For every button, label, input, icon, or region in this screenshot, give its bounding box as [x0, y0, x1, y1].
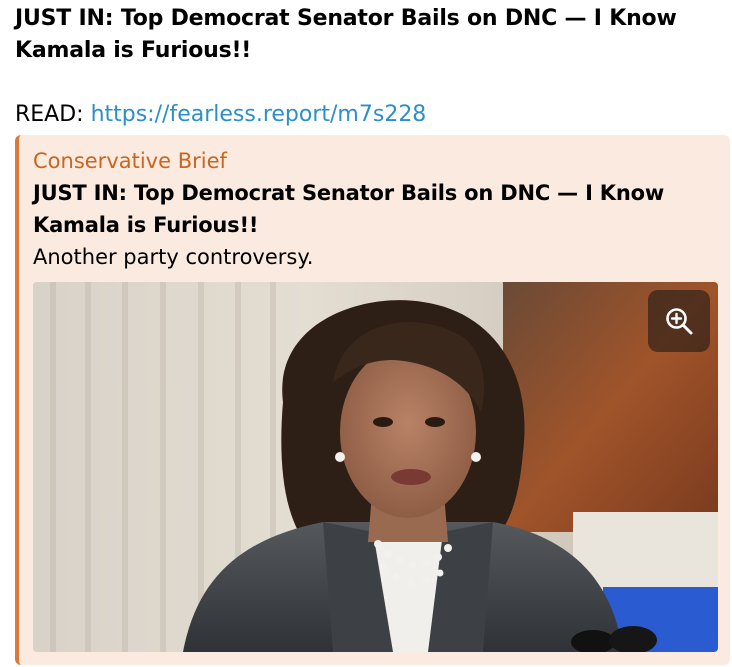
zoom-in-icon — [666, 308, 693, 335]
preview-title: JUST IN: Top Democrat Senator Bails on D… — [33, 181, 665, 237]
post-title: JUST IN: Top Democrat Senator Bails on D… — [15, 6, 677, 63]
message-post: JUST IN: Top Democrat Senator Bails on D… — [15, 0, 730, 665]
preview-description: Another party controversy. — [33, 245, 314, 269]
preview-photo — [33, 282, 718, 652]
link-preview-card[interactable]: Conservative Brief JUST IN: Top Democrat… — [15, 135, 730, 665]
read-label: READ: — [15, 102, 91, 127]
article-link[interactable]: https://fearless.report/m7s228 — [91, 102, 427, 127]
preview-image[interactable] — [33, 282, 718, 652]
zoom-button[interactable] — [648, 290, 710, 352]
read-line: READ: https://fearless.report/m7s228 — [15, 100, 730, 130]
preview-source: Conservative Brief — [33, 149, 227, 173]
